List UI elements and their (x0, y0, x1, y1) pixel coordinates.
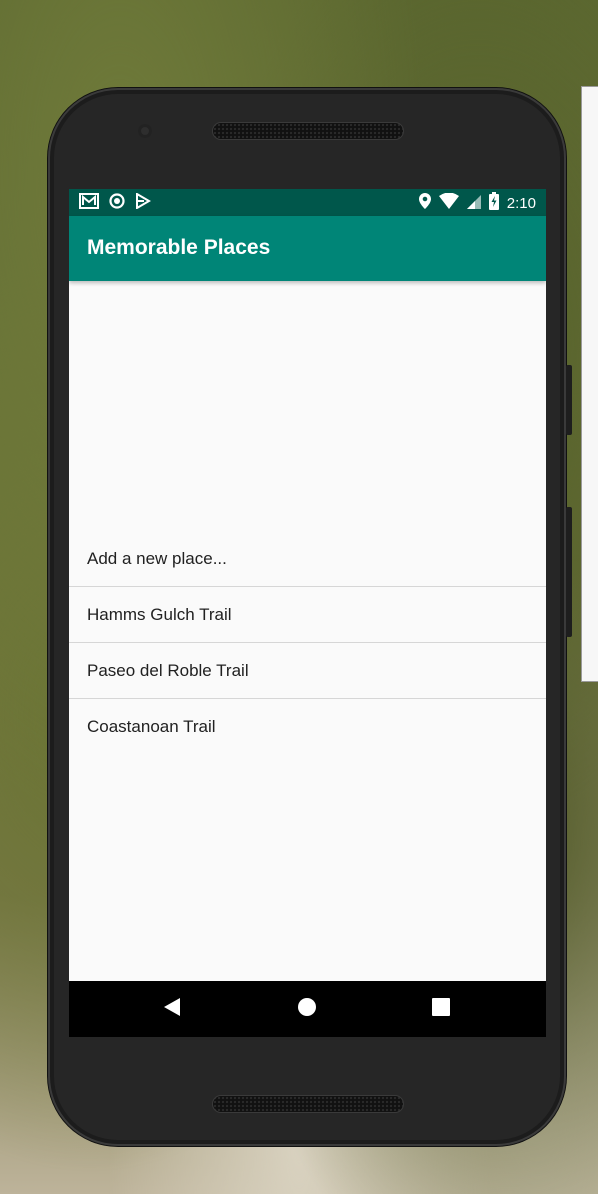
home-button[interactable] (277, 981, 337, 1037)
back-icon (163, 997, 181, 1022)
list-item-place[interactable]: Hamms Gulch Trail (69, 587, 546, 643)
front-camera (138, 124, 152, 138)
home-icon (297, 997, 317, 1022)
list-item-place[interactable]: Paseo del Roble Trail (69, 643, 546, 699)
status-time: 2:10 (506, 195, 536, 212)
wifi-icon (438, 192, 459, 214)
power-button (566, 507, 572, 637)
signal-icon (466, 193, 481, 214)
top-speaker (212, 122, 404, 140)
battery-charging-icon (488, 192, 499, 215)
list-item-add-place[interactable]: Add a new place... (69, 531, 546, 587)
navigation-bar (69, 981, 546, 1037)
background-window (581, 86, 598, 682)
list-item-place[interactable]: Coastanoan Trail (69, 699, 546, 755)
status-bar: 2:10 (69, 189, 546, 216)
recents-button[interactable] (411, 981, 471, 1037)
gmail-icon (79, 193, 99, 214)
places-list: Add a new place... Hamms Gulch Trail Pas… (69, 531, 546, 755)
volume-button (566, 365, 572, 435)
location-icon (418, 193, 431, 214)
play-store-icon (135, 192, 151, 214)
recents-icon (432, 997, 450, 1021)
app-bar: Memorable Places (69, 216, 546, 281)
app-title: Memorable Places (87, 236, 271, 259)
sync-icon (109, 193, 125, 214)
bottom-speaker (212, 1095, 404, 1113)
device-screen: 2:10 Memorable Places Add a new place...… (69, 189, 546, 1037)
back-button[interactable] (142, 981, 202, 1037)
